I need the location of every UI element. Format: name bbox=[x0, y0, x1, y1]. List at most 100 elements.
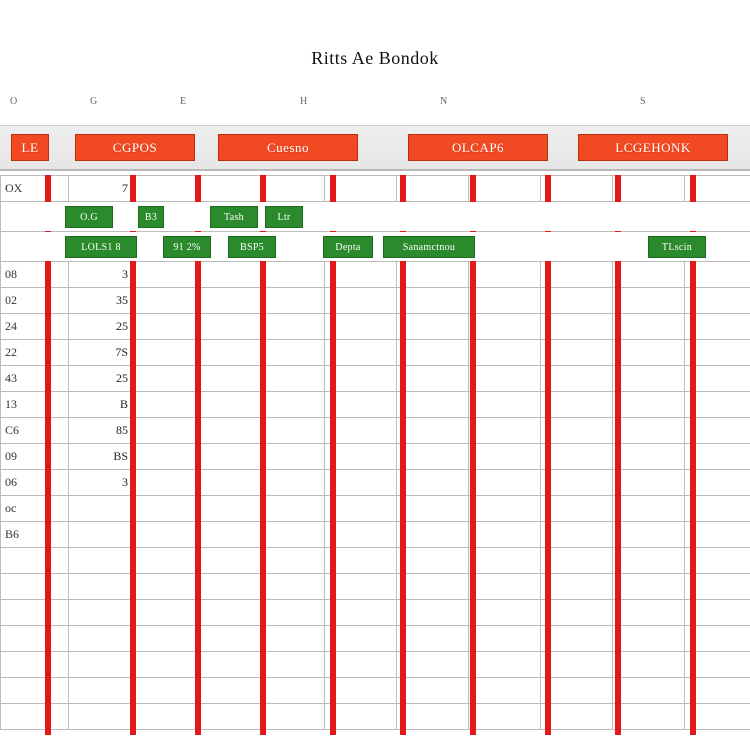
table-row[interactable]: O.GB3TashLtr bbox=[1, 202, 750, 232]
cell[interactable]: 3 bbox=[69, 262, 133, 288]
cell[interactable] bbox=[469, 704, 541, 730]
cell[interactable] bbox=[47, 288, 69, 314]
cell[interactable] bbox=[1, 548, 47, 574]
table-row[interactable] bbox=[1, 626, 750, 652]
cell[interactable] bbox=[69, 522, 133, 548]
table-row[interactable]: 43 25 bbox=[1, 366, 750, 392]
cell[interactable] bbox=[325, 548, 397, 574]
cell[interactable] bbox=[69, 574, 133, 600]
cell[interactable] bbox=[325, 288, 397, 314]
table-row[interactable] bbox=[1, 704, 750, 730]
cell[interactable] bbox=[325, 678, 397, 704]
cell[interactable] bbox=[47, 314, 69, 340]
cell[interactable]: 24 bbox=[1, 314, 47, 340]
category-chip[interactable]: Ltr bbox=[265, 206, 303, 228]
cell[interactable] bbox=[197, 288, 261, 314]
category-chip[interactable]: LOLS1 8 bbox=[65, 236, 137, 258]
table-row[interactable] bbox=[1, 574, 750, 600]
cell[interactable] bbox=[197, 392, 261, 418]
cell[interactable]: 7S bbox=[69, 340, 133, 366]
cell[interactable] bbox=[261, 176, 325, 202]
cell[interactable] bbox=[613, 176, 685, 202]
cell[interactable] bbox=[397, 496, 469, 522]
cell[interactable] bbox=[261, 626, 325, 652]
cell[interactable] bbox=[261, 444, 325, 470]
cell[interactable] bbox=[469, 444, 541, 470]
cell[interactable] bbox=[397, 574, 469, 600]
cell[interactable] bbox=[613, 704, 685, 730]
cell[interactable] bbox=[47, 600, 69, 626]
cell[interactable] bbox=[469, 522, 541, 548]
cell[interactable] bbox=[469, 548, 541, 574]
cell[interactable] bbox=[261, 288, 325, 314]
cell[interactable] bbox=[397, 444, 469, 470]
cell[interactable] bbox=[261, 418, 325, 444]
cell[interactable] bbox=[685, 626, 750, 652]
cell[interactable] bbox=[133, 652, 197, 678]
cell[interactable] bbox=[133, 496, 197, 522]
cell[interactable] bbox=[47, 444, 69, 470]
table-row[interactable]: 06 3 bbox=[1, 470, 750, 496]
cell[interactable] bbox=[613, 392, 685, 418]
cell[interactable] bbox=[685, 314, 750, 340]
column-header[interactable]: Cuesno bbox=[218, 134, 358, 161]
cell[interactable] bbox=[685, 470, 750, 496]
cell[interactable] bbox=[325, 704, 397, 730]
table-row[interactable]: LOLS1 891 2%BSP5DeptaSanamctnouTLscin bbox=[1, 232, 750, 262]
cell[interactable] bbox=[1, 704, 47, 730]
cell[interactable]: 06 bbox=[1, 470, 47, 496]
cell[interactable] bbox=[613, 496, 685, 522]
cell[interactable]: 35 bbox=[69, 288, 133, 314]
cell[interactable]: B bbox=[69, 392, 133, 418]
cell[interactable] bbox=[197, 704, 261, 730]
cell[interactable] bbox=[69, 626, 133, 652]
spreadsheet-grid[interactable]: OX7O.GB3TashLtrLOLS1 891 2%BSP5DeptaSana… bbox=[0, 175, 750, 735]
table-row[interactable] bbox=[1, 678, 750, 704]
cell[interactable] bbox=[47, 392, 69, 418]
cell[interactable]: oc bbox=[1, 496, 47, 522]
cell[interactable] bbox=[1, 652, 47, 678]
cell[interactable] bbox=[685, 392, 750, 418]
cell[interactable] bbox=[469, 600, 541, 626]
cell[interactable] bbox=[613, 600, 685, 626]
cell[interactable] bbox=[133, 288, 197, 314]
cell[interactable] bbox=[47, 418, 69, 444]
cell[interactable] bbox=[261, 574, 325, 600]
cell[interactable] bbox=[397, 314, 469, 340]
cell[interactable]: 3 bbox=[69, 470, 133, 496]
cell[interactable]: 25 bbox=[69, 366, 133, 392]
cell[interactable] bbox=[325, 392, 397, 418]
cell[interactable]: 25 bbox=[69, 314, 133, 340]
cell[interactable]: OX bbox=[1, 176, 47, 202]
table-row[interactable]: 083 bbox=[1, 262, 750, 288]
cell[interactable] bbox=[47, 470, 69, 496]
table-row[interactable]: 0235 bbox=[1, 288, 750, 314]
cell[interactable] bbox=[397, 678, 469, 704]
cell[interactable] bbox=[1, 678, 47, 704]
cell[interactable] bbox=[1, 600, 47, 626]
cell[interactable] bbox=[133, 522, 197, 548]
cell[interactable] bbox=[69, 678, 133, 704]
cell[interactable]: 09 bbox=[1, 444, 47, 470]
cell[interactable] bbox=[325, 314, 397, 340]
table-row[interactable]: OX7 bbox=[1, 176, 750, 202]
cell[interactable] bbox=[197, 600, 261, 626]
category-chip[interactable]: 91 2% bbox=[163, 236, 211, 258]
cell[interactable] bbox=[325, 496, 397, 522]
cell[interactable]: 43 bbox=[1, 366, 47, 392]
table-row[interactable] bbox=[1, 652, 750, 678]
column-header[interactable]: LCGEHONK bbox=[578, 134, 728, 161]
cell[interactable] bbox=[685, 652, 750, 678]
cell[interactable] bbox=[47, 496, 69, 522]
cell[interactable] bbox=[325, 574, 397, 600]
cell[interactable] bbox=[47, 176, 69, 202]
cell[interactable] bbox=[613, 444, 685, 470]
category-chip[interactable]: Sanamctnou bbox=[383, 236, 475, 258]
cell[interactable] bbox=[69, 548, 133, 574]
cell[interactable] bbox=[397, 340, 469, 366]
cell[interactable] bbox=[469, 418, 541, 444]
cell[interactable] bbox=[47, 366, 69, 392]
cell[interactable] bbox=[133, 444, 197, 470]
cell[interactable] bbox=[541, 574, 613, 600]
table-row[interactable]: C685 bbox=[1, 418, 750, 444]
